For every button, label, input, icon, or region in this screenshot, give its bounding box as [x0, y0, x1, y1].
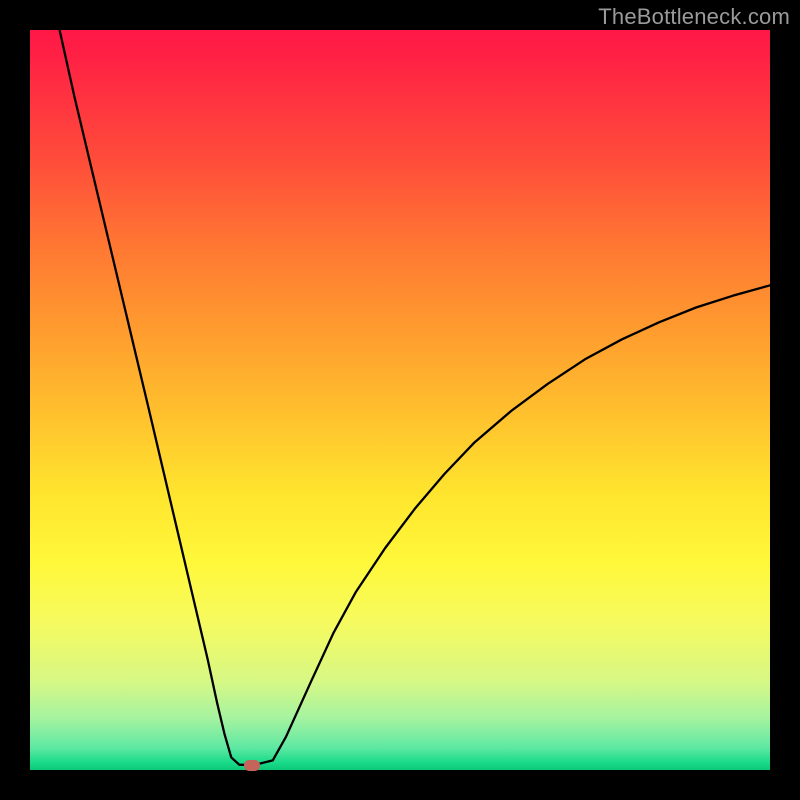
- curve-svg: [30, 30, 770, 770]
- plot-area: [30, 30, 770, 770]
- watermark-label: TheBottleneck.com: [598, 4, 790, 30]
- bottleneck-curve: [60, 30, 770, 765]
- chart-container: TheBottleneck.com: [0, 0, 800, 800]
- optimum-marker: [244, 760, 260, 771]
